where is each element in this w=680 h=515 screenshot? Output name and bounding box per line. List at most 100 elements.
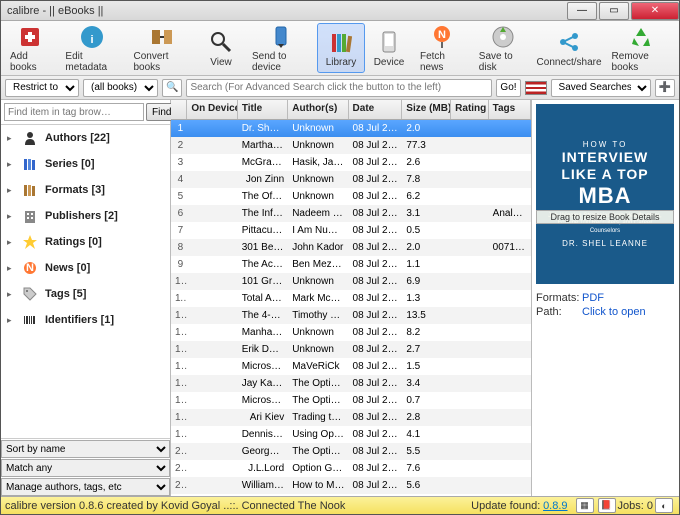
convert-icon <box>148 24 176 50</box>
send-to-device-button[interactable]: Send to device <box>245 23 317 73</box>
jobs-label: Jobs: 0 <box>618 500 653 512</box>
table-row[interactable]: 14Erik Dec…Unknown08 Jul 20112.7 <box>171 341 531 358</box>
device-icon <box>375 28 403 56</box>
barcode-icon <box>21 311 39 329</box>
table-row[interactable]: 1Dr. Shel …Unknown08 Jul 20112.0 <box>171 120 531 137</box>
status-text: calibre version 0.8.6 created by Kovid G… <box>5 500 471 512</box>
col-header[interactable]: Date <box>349 100 403 119</box>
building-icon <box>21 207 39 225</box>
table-row[interactable]: 3McGraw…Hasik, James …08 Jul 20112.6 <box>171 154 531 171</box>
table-row[interactable]: 19Dennis …Using Option…08 Jul 20114.1 <box>171 426 531 443</box>
sidebar-item-formats[interactable]: ▸Formats [3] <box>1 177 170 203</box>
chevron-right-icon: ▸ <box>7 185 15 196</box>
filter-bar: Restrict to (all books) 🔍 Go! Saved Sear… <box>1 76 679 100</box>
device-send-icon <box>267 24 295 50</box>
sidebar-combo-0[interactable]: Sort by name <box>1 440 170 458</box>
save-to-disk-button[interactable]: Save to disk <box>472 23 534 73</box>
sidebar-item-publishers[interactable]: ▸Publishers [2] <box>1 203 170 229</box>
col-header[interactable]: Tags <box>489 100 531 119</box>
go-button[interactable]: Go! <box>496 79 520 97</box>
saved-searches-select[interactable]: Saved Searches <box>551 79 651 97</box>
chevron-right-icon: ▸ <box>7 159 15 170</box>
flag-icon[interactable] <box>525 81 547 95</box>
add-books-button[interactable]: Add books <box>3 23 58 73</box>
sidebar-item-ratings[interactable]: ▸Ratings [0] <box>1 229 170 255</box>
jobs-spinner-icon[interactable]: ◐ <box>655 498 673 513</box>
titlebar: calibre - || eBooks || — ▭ ✕ <box>1 1 679 21</box>
search-input[interactable] <box>186 79 492 97</box>
table-row[interactable]: 11Total An…Mark McMan…08 Jul 20111.3 <box>171 290 531 307</box>
add-search-button[interactable]: ➕ <box>655 79 675 97</box>
remove-books-button[interactable]: Remove books <box>605 23 677 73</box>
path-label: Path: <box>536 306 582 318</box>
main-toolbar: Add booksiEdit metadataConvert booksView… <box>1 21 679 76</box>
table-row[interactable]: 12The 4-H…Timothy Ferriss08 Jul 201113.5 <box>171 307 531 324</box>
col-header[interactable]: Rating <box>451 100 488 119</box>
chevron-right-icon: ▸ <box>7 289 15 300</box>
news-icon: N <box>428 24 456 50</box>
table-row[interactable]: 22William …How to Make…08 Jul 20115.6 <box>171 477 531 494</box>
edit-metadata-button[interactable]: iEdit metadata <box>58 23 126 73</box>
resize-hint[interactable]: Drag to resize Book Details <box>536 210 674 224</box>
library-button[interactable]: Library <box>317 23 365 73</box>
person-icon <box>21 129 39 147</box>
table-row[interactable]: 15Microso…MaVeRiCk08 Jul 20111.5 <box>171 358 531 375</box>
formats-label: Formats: <box>536 292 582 304</box>
update-link[interactable]: 0.8.9 <box>543 500 567 512</box>
table-row[interactable]: 4Jon ZinnUnknown08 Jul 20117.8 <box>171 171 531 188</box>
close-button[interactable]: ✕ <box>631 2 679 20</box>
sidebar-combo-1[interactable]: Match any <box>1 459 170 477</box>
table-row[interactable]: 5The Offi…Unknown08 Jul 20116.2 <box>171 188 531 205</box>
chevron-right-icon: ▸ <box>7 237 15 248</box>
book-plus-icon <box>17 24 45 50</box>
col-header[interactable]: On Device <box>187 100 237 119</box>
restrict-select[interactable]: Restrict to <box>5 79 79 97</box>
fetch-news-button[interactable]: NFetch news <box>413 23 472 73</box>
view-button[interactable]: View <box>197 23 245 73</box>
table-row[interactable]: 18Ari KievTrading to Wi…08 Jul 20112.8 <box>171 409 531 426</box>
table-row[interactable]: 7Pittacus…I Am Numbe…08 Jul 20110.5 <box>171 222 531 239</box>
convert-books-button[interactable]: Convert books <box>127 23 198 73</box>
device-button[interactable]: Device <box>365 23 413 73</box>
adv-search-button[interactable]: 🔍 <box>162 79 182 97</box>
table-row[interactable]: 17Microso…The Options …08 Jul 20110.7 <box>171 392 531 409</box>
sidebar: Find ▸Authors [22]▸Series [0]▸Formats [3… <box>1 100 171 496</box>
news-ball-icon: N <box>21 259 39 277</box>
disk-icon <box>489 24 517 50</box>
table-row[interactable]: 9The Acc…Ben Mezrich08 Jul 20111.1 <box>171 256 531 273</box>
layout-icon[interactable]: ▦ <box>576 498 594 513</box>
table-row[interactable]: 20George …The Options …08 Jul 20115.5 <box>171 443 531 460</box>
svg-text:N: N <box>438 29 446 41</box>
path-value[interactable]: Click to open <box>582 306 646 318</box>
formats-value[interactable]: PDF <box>582 292 604 304</box>
col-header[interactable]: Size (MB) <box>402 100 451 119</box>
table-row[interactable]: 2Martha …Unknown08 Jul 201177.3 <box>171 137 531 154</box>
sidebar-item-identifiers[interactable]: ▸Identifiers [1] <box>1 307 170 333</box>
col-header[interactable]: Author(s) <box>288 100 348 119</box>
minimize-button[interactable]: — <box>567 2 597 20</box>
chevron-right-icon: ▸ <box>7 211 15 222</box>
sidebar-item-tags[interactable]: ▸Tags [5] <box>1 281 170 307</box>
col-header[interactable] <box>171 100 187 119</box>
table-row[interactable]: 21J.L.LordOption Greek…08 Jul 20117.6 <box>171 460 531 477</box>
table-row[interactable]: 13Manhat…Unknown08 Jul 20118.2 <box>171 324 531 341</box>
sidebar-item-series[interactable]: ▸Series [0] <box>1 151 170 177</box>
maximize-button[interactable]: ▭ <box>599 2 629 20</box>
table-row[interactable]: 8301 Best…John Kador08 Jul 20112.0007173… <box>171 239 531 256</box>
table-row[interactable]: 10101 Gre…Unknown08 Jul 20116.9 <box>171 273 531 290</box>
grid-header: On DeviceTitleAuthor(s)DateSize (MB)Rati… <box>171 100 531 120</box>
sidebar-item-news[interactable]: ▸NNews [0] <box>1 255 170 281</box>
sidebar-combo-2[interactable]: Manage authors, tags, etc <box>1 478 170 496</box>
tag-browser-search[interactable] <box>4 103 144 121</box>
book-icon[interactable]: 📕 <box>598 498 616 513</box>
books-brown-icon <box>21 181 39 199</box>
star-icon <box>21 233 39 251</box>
table-row[interactable]: 16Jay Kae…The Option T…08 Jul 20113.4 <box>171 375 531 392</box>
allbooks-select[interactable]: (all books) <box>83 79 158 97</box>
table-row[interactable]: 6The Infl…Nadeem Wal…08 Jul 20113.1Analy… <box>171 205 531 222</box>
book-cover[interactable]: HOW TO INTERVIEW LIKE A TOP Drag to resi… <box>536 104 674 284</box>
sidebar-item-authors[interactable]: ▸Authors [22] <box>1 125 170 151</box>
status-bar: calibre version 0.8.6 created by Kovid G… <box>1 496 679 514</box>
connect-share-button[interactable]: Connect/share <box>534 23 605 73</box>
col-header[interactable]: Title <box>238 100 288 119</box>
